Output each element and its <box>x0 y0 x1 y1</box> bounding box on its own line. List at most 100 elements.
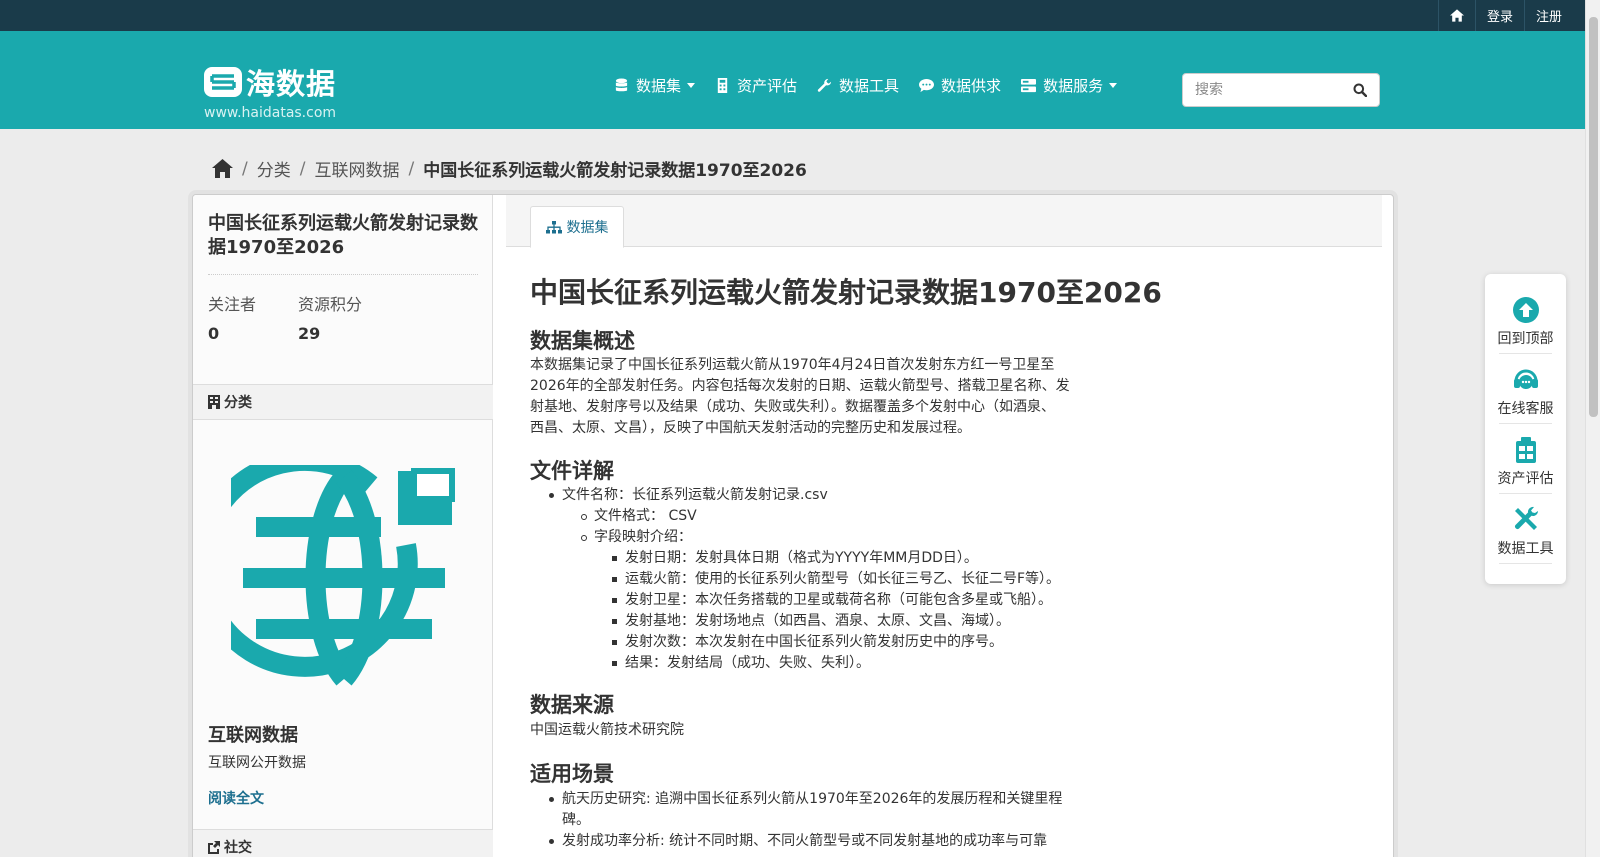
list-item: 发射成功率分析: 统计不同时期、不同火箭型号或不同发射基地的成功率与可靠 <box>548 831 1062 852</box>
asset-valuation-button[interactable]: 资产评估 <box>1485 436 1566 488</box>
tab-bar: 数据集 <box>506 195 1382 248</box>
overview-heading: 数据集概述 <box>530 329 635 353</box>
list-item: 文件格式： CSV <box>580 506 1060 527</box>
category-name: 互联网数据 <box>208 725 298 746</box>
search-icon <box>1353 83 1367 97</box>
field-item: 发射次数：本次发射在中国长征系列火箭发射历史中的序号。 <box>611 632 1060 653</box>
list-item-continuation: 碑。 <box>562 812 590 828</box>
login-link[interactable]: 登录 <box>1474 0 1524 31</box>
nav-datasets[interactable]: 数据集 <box>614 75 696 96</box>
breadcrumb-separator: / <box>299 158 306 179</box>
scrollbar-thumb[interactable] <box>1589 17 1598 417</box>
nav-label: 数据服务 <box>1043 77 1104 95</box>
category-description: 互联网公开数据 <box>208 755 306 771</box>
breadcrumb: / 分类 / 互联网数据 / 中国长征系列运载火箭发射记录数据1970至2026 <box>212 156 807 181</box>
overview-line: 西昌、太原、文昌），反映了中国航天发射活动的完整历史和发展过程。 <box>530 420 971 436</box>
float-toolbar: 回到顶部 在线客服 资产评估 数据工具 <box>1485 274 1566 584</box>
read-more-link[interactable]: 阅读全文 <box>208 788 264 808</box>
register-link[interactable]: 注册 <box>1523 0 1573 31</box>
breadcrumb-group[interactable]: 互联网数据 <box>314 156 399 181</box>
building-icon <box>208 395 220 409</box>
divider <box>1499 493 1552 494</box>
list-item: 字段映射介绍： <box>580 527 1060 548</box>
comment-icon <box>919 78 935 93</box>
masthead: 海数据 www.haidatas.com 数据集 资产评估 数据工具 数据供求 … <box>0 31 1585 129</box>
nav-label: 数据工具 <box>839 77 900 95</box>
divider <box>208 274 478 275</box>
headset-icon <box>1513 369 1538 389</box>
breadcrumb-category[interactable]: 分类 <box>257 156 291 181</box>
page-title: 中国长征系列运载火箭发射记录数据1970至2026 <box>530 276 1162 309</box>
top-bar: 登录 注册 <box>0 0 1585 31</box>
breadcrumb-current[interactable]: 中国长征系列运载火箭发射记录数据1970至2026 <box>423 156 807 181</box>
arrow-up-circle-icon <box>1512 297 1539 323</box>
online-support-button[interactable]: 在线客服 <box>1485 366 1566 418</box>
tab-dataset[interactable]: 数据集 <box>530 206 624 248</box>
sidebar: 中国长征系列运载火箭发射记录数据1970至2026 关注者 0 资源积分 29 … <box>193 195 493 857</box>
brand-name: 海数据 <box>246 67 337 101</box>
tools-icon <box>1514 506 1538 530</box>
server-icon <box>1021 78 1037 93</box>
clipboard-icon <box>1515 437 1536 463</box>
nav-label: 数据集 <box>636 77 682 95</box>
asset-valuation-label: 资产评估 <box>1497 471 1554 487</box>
category-heading-label: 分类 <box>224 395 252 411</box>
home-link[interactable] <box>1437 0 1475 31</box>
score-label: 资源积分 <box>298 295 363 314</box>
overview-text: 本数据集记录了中国长征系列运载火箭从1970年4月24日首次发射东方红一号卫星至… <box>530 355 1070 439</box>
share-icon <box>208 841 220 854</box>
file-details-list: 文件名称：长征系列运载火箭发射记录.csv 文件格式： CSV 字段映射介绍： … <box>548 485 1060 674</box>
data-tools-button[interactable]: 数据工具 <box>1485 506 1566 558</box>
sitemap-icon <box>545 220 562 233</box>
category-heading: 分类 <box>193 384 493 420</box>
usage-heading: 适用场景 <box>530 762 614 786</box>
nav-supply-demand[interactable]: 数据供求 <box>919 75 1001 96</box>
field-item: 结果：发射结局（成功、失败、失利）。 <box>611 653 1060 674</box>
list-item: 航天历史研究: 追溯中国长征系列火箭从1970年至2026年的发展历程和关键里程 <box>548 789 1062 810</box>
list-item: 文件名称：长征系列运载火箭发射记录.csv <box>548 485 1060 506</box>
followers-label: 关注者 <box>208 295 257 314</box>
followers-count: 0 <box>208 324 220 343</box>
search-input[interactable] <box>1183 75 1343 105</box>
page-scrollbar[interactable] <box>1585 0 1600 857</box>
nav-data-services[interactable]: 数据服务 <box>1021 75 1118 96</box>
globe-icon <box>231 465 455 686</box>
field-item: 运载火箭：使用的长征系列火箭型号（如长征三号乙、长征二号F等）。 <box>611 569 1060 590</box>
chevron-down-icon <box>687 83 696 88</box>
top-links: 登录 注册 <box>1437 0 1573 31</box>
usage-list: 航天历史研究: 追溯中国长征系列火箭从1970年至2026年的发展历程和关键里程… <box>548 789 1062 852</box>
dataset-page: 中国长征系列运载火箭发射记录数据1970至2026 关注者 0 资源积分 29 … <box>192 194 1394 857</box>
database-icon <box>615 78 628 92</box>
nav-data-tools[interactable]: 数据工具 <box>817 75 899 96</box>
main-nav: 数据集 资产评估 数据工具 数据供求 数据服务 <box>614 75 1137 96</box>
home-icon <box>1449 9 1464 22</box>
overview-line: 射基地、发射序号以及结果（成功、失败或失利）。数据覆盖多个发射中心（如酒泉、 <box>530 399 1055 415</box>
site-logo[interactable]: 海数据 <box>204 61 336 103</box>
field-item: 发射卫星：本次任务搭载的卫星或载荷名称（可能包含多星或飞船）。 <box>611 590 1060 611</box>
data-tools-label: 数据工具 <box>1497 541 1554 557</box>
score-value: 29 <box>298 324 321 343</box>
nav-label: 资产评估 <box>737 77 798 95</box>
tab-label: 数据集 <box>566 220 609 236</box>
search-button[interactable] <box>1343 74 1377 106</box>
wrench-icon <box>817 78 832 92</box>
divider <box>1499 563 1552 564</box>
back-to-top-button[interactable]: 回到顶部 <box>1485 296 1566 348</box>
dataset-title: 中国长征系列运载火箭发射记录数据1970至2026 <box>208 213 478 258</box>
social-heading-label: 社交 <box>224 840 252 856</box>
nav-asset-valuation[interactable]: 资产评估 <box>715 75 797 96</box>
field-item: 发射基地：发射场地点（如西昌、酒泉、太原、文昌、海域）。 <box>611 611 1060 632</box>
field-list: 发射日期：发射具体日期（格式为YYYY年MM月DD日）。 运载火箭：使用的长征系… <box>611 548 1060 674</box>
overview-line: 2026年的全部发射任务。内容包括每次发射的日期、运载火箭型号、搭载卫星名称、发 <box>530 378 1070 394</box>
divider <box>1499 353 1552 354</box>
followers-stat: 关注者 0 <box>208 291 256 343</box>
breadcrumb-separator: / <box>408 158 415 179</box>
content-area: 数据集 中国长征系列运载火箭发射记录数据1970至2026 数据集概述 本数据集… <box>494 195 1393 857</box>
online-support-label: 在线客服 <box>1497 401 1554 417</box>
social-heading: 社交 <box>193 829 493 857</box>
file-details-heading: 文件详解 <box>530 459 614 483</box>
divider <box>1499 423 1552 424</box>
source-text: 中国运载火箭技术研究院 <box>530 722 684 738</box>
score-stat: 资源积分 29 <box>298 291 362 343</box>
home-icon[interactable] <box>212 159 233 178</box>
